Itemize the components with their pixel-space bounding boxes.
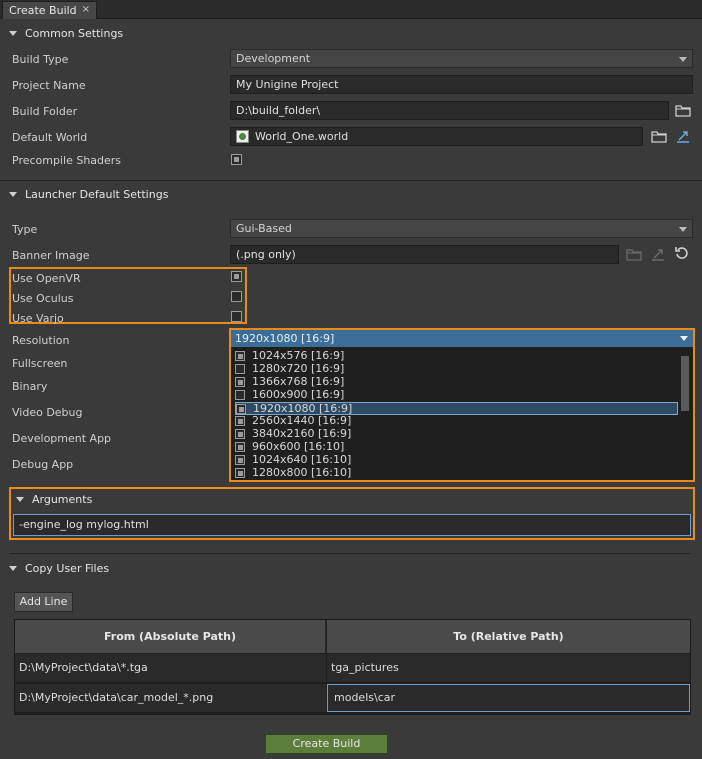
type-label: Type [12,223,38,236]
build-type-label: Build Type [12,53,69,66]
chevron-down-icon [680,336,688,341]
section-title: Launcher Default Settings [25,188,169,201]
resolution-option-label: 1280x800 [16:10] [252,466,352,479]
resolution-option-label: 1280x720 [16:9] [252,362,345,375]
resolution-label: Resolution [12,334,70,347]
project-name-input[interactable]: My Unigine Project [230,75,693,94]
section-common-settings[interactable]: Common Settings [9,27,123,40]
chevron-down-icon [679,57,687,62]
banner-image-label: Banner Image [12,249,90,262]
column-header-from[interactable]: From (Absolute Path) [15,620,326,653]
world-file-icon [236,130,249,143]
expand-arrow-icon [9,192,17,197]
folder-icon[interactable] [651,128,667,144]
locate-asset-icon[interactable] [675,128,691,144]
debug-app-label: Debug App [12,458,74,471]
resolution-option-label: 1024x640 [16:10] [252,453,352,466]
video-debug-label: Video Debug [12,406,83,419]
use-oculus-label: Use Oculus [12,292,74,305]
divider [10,553,690,554]
close-icon[interactable]: × [82,4,90,15]
table-cell-from[interactable]: D:\MyProject\data\*.tga [15,654,326,682]
project-name-label: Project Name [12,79,86,92]
resolution-option-label: 1024x576 [16:9] [252,349,345,362]
resolution-value: 1920x1080 [16:9] [235,332,335,345]
expand-arrow-icon [16,497,24,502]
use-varjo-label: Use Varjo [12,312,64,325]
tab-bar [0,0,702,19]
scrollbar-thumb[interactable] [681,356,689,411]
development-app-label: Development App [12,432,112,445]
use-openvr-label: Use OpenVR [12,272,81,285]
expand-arrow-icon [9,566,17,571]
resolution-option-checkbox[interactable] [235,429,245,439]
precompile-shaders-label: Precompile Shaders [12,154,122,167]
resolution-dropdown[interactable]: 1920x1080 [16:9] [231,330,693,347]
resolution-option-checkbox[interactable] [235,468,245,478]
resolution-option-checkbox[interactable] [235,351,245,361]
tab-title: Create Build [9,4,77,17]
resolution-option-checkbox[interactable] [235,390,245,400]
section-copy-user-files[interactable]: Copy User Files [9,562,109,575]
section-title: Copy User Files [25,562,110,575]
resolution-option-label: 3840x2160 [16:9] [252,427,352,440]
table-cell-from[interactable]: D:\MyProject\data\car_model_*.png [15,684,326,712]
resolution-option-label: 1366x768 [16:9] [252,375,345,388]
resolution-option-label: 1600x900 [16:9] [252,388,345,401]
expand-arrow-icon [9,31,17,36]
default-world-label: Default World [12,131,88,144]
resolution-option-checkbox[interactable] [235,364,245,374]
section-launcher-settings[interactable]: Launcher Default Settings [9,188,168,201]
launcher-type-dropdown[interactable]: Gui-Based [230,219,693,238]
resolution-option-label: 960x600 [16:10] [252,440,345,453]
locate-asset-icon [652,249,664,261]
resolution-option-label: 2560x1440 [16:9] [252,414,352,427]
use-openvr-checkbox[interactable] [231,271,242,282]
use-oculus-checkbox[interactable] [231,291,242,302]
table-cell-to[interactable]: tga_pictures [327,654,690,682]
resolution-option[interactable]: 1600x900 [16:9] [235,389,665,402]
build-folder-input[interactable]: D:\build_folder\ [230,101,669,120]
precompile-shaders-checkbox[interactable] [231,154,242,165]
arguments-input[interactable]: -engine_log mylog.html [13,514,691,536]
add-line-button[interactable]: Add Line [14,592,73,612]
resolution-options-list: 1024x576 [16:9] 1280x720 [16:9] 1366x768 [… [231,348,693,480]
build-type-dropdown[interactable]: Development [230,49,693,68]
resolution-option-checkbox[interactable] [236,404,246,414]
section-arguments[interactable]: Arguments [16,493,92,506]
fullscreen-label: Fullscreen [12,357,68,370]
launcher-type-value: Gui-Based [236,222,292,235]
resolution-option-checkbox[interactable] [235,377,245,387]
tab-create-build[interactable]: Create Build × [2,1,97,19]
default-world-value: World_One.world [255,130,349,143]
reset-icon[interactable] [674,245,690,261]
resolution-option-checkbox[interactable] [235,416,245,426]
build-folder-label: Build Folder [12,105,78,118]
column-header-to[interactable]: To (Relative Path) [327,620,690,653]
create-build-button[interactable]: Create Build [265,734,388,754]
chevron-down-icon [679,227,687,232]
build-type-value: Development [236,52,311,65]
folder-icon[interactable] [675,102,691,118]
resolution-option-checkbox[interactable] [235,455,245,465]
section-title: Common Settings [25,27,124,40]
folder-icon [626,249,642,261]
resolution-option[interactable]: 1280x800 [16:10] [235,467,665,480]
section-title: Arguments [32,493,93,506]
resolution-option-checkbox[interactable] [235,442,245,452]
table-cell-to[interactable]: models\car [327,684,690,712]
use-varjo-checkbox[interactable] [231,311,242,322]
divider [0,180,702,181]
banner-image-input[interactable]: (.png only) [230,245,619,264]
default-world-input[interactable]: World_One.world [230,127,643,146]
binary-label: Binary [12,380,48,393]
